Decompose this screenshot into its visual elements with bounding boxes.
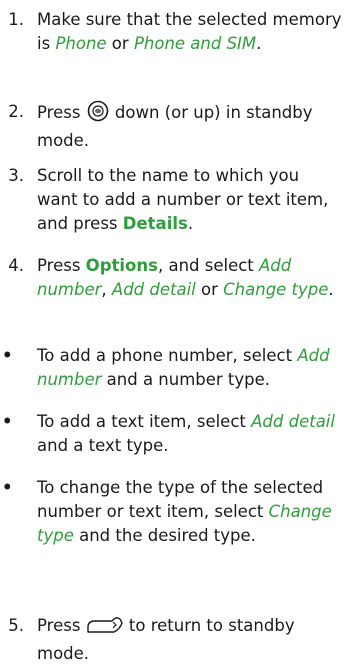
bullet-text-segment: and a number type.	[101, 370, 271, 389]
bullet-text-segment: and a text type.	[37, 436, 169, 455]
step-number: 3.	[8, 166, 24, 185]
step-text-segment: .	[187, 214, 194, 233]
options-softkey: Options	[85, 256, 158, 275]
end-key-icon	[86, 615, 124, 642]
menu-option-change-type: Change type	[223, 280, 329, 299]
menu-option-add-detail: Add detail	[251, 412, 335, 431]
step-text-segment: or	[106, 34, 134, 53]
bullet-text: To add a text item, select Add detail an…	[37, 410, 343, 458]
step-text-segment: or	[195, 280, 224, 299]
step-text: Press Options, and select Add number, Ad…	[37, 254, 343, 302]
step-number: 4.	[8, 256, 24, 275]
step-text-segment: Press	[37, 103, 86, 122]
step-text-segment: ,	[101, 280, 112, 299]
step-text-segment: Press	[37, 256, 86, 275]
bullet-text-segment: To add a phone number, select	[37, 346, 298, 365]
bullet-icon: •	[2, 346, 13, 365]
step-number: 5.	[8, 616, 24, 635]
menu-option-add-detail: Add detail	[111, 280, 196, 299]
bullet-text: To add a phone number, select Add number…	[37, 344, 343, 392]
step-text: Press down (or up) in standby mode.	[37, 100, 343, 153]
step-text: Press to return to standby mode.	[37, 614, 343, 666]
memory-option-phone: Phone	[55, 34, 107, 53]
step-text: Scroll to the name to which you want to …	[37, 164, 343, 236]
step-text: Make sure that the selected memory is Ph…	[37, 8, 343, 56]
step-number: 1.	[8, 10, 24, 29]
memory-option-phone-and-sim: Phone and SIM	[133, 34, 257, 53]
bullet-text-segment: To add a text item, select	[37, 412, 252, 431]
bullet-text-segment: and the desired type.	[73, 526, 256, 545]
step-text-segment: , and select	[157, 256, 260, 275]
scroll-key-icon	[86, 100, 110, 129]
bullet-icon: •	[2, 478, 13, 497]
step-text-segment: .	[256, 34, 262, 53]
bullet-text: To change the type of the selected numbe…	[37, 476, 343, 548]
step-text-segment: Press	[37, 616, 86, 635]
bullet-icon: •	[2, 412, 13, 431]
instruction-page: 1. Make sure that the selected memory is…	[0, 0, 347, 668]
step-text-segment: .	[328, 280, 334, 299]
details-softkey: Details	[122, 214, 188, 233]
step-number: 2.	[8, 102, 24, 121]
